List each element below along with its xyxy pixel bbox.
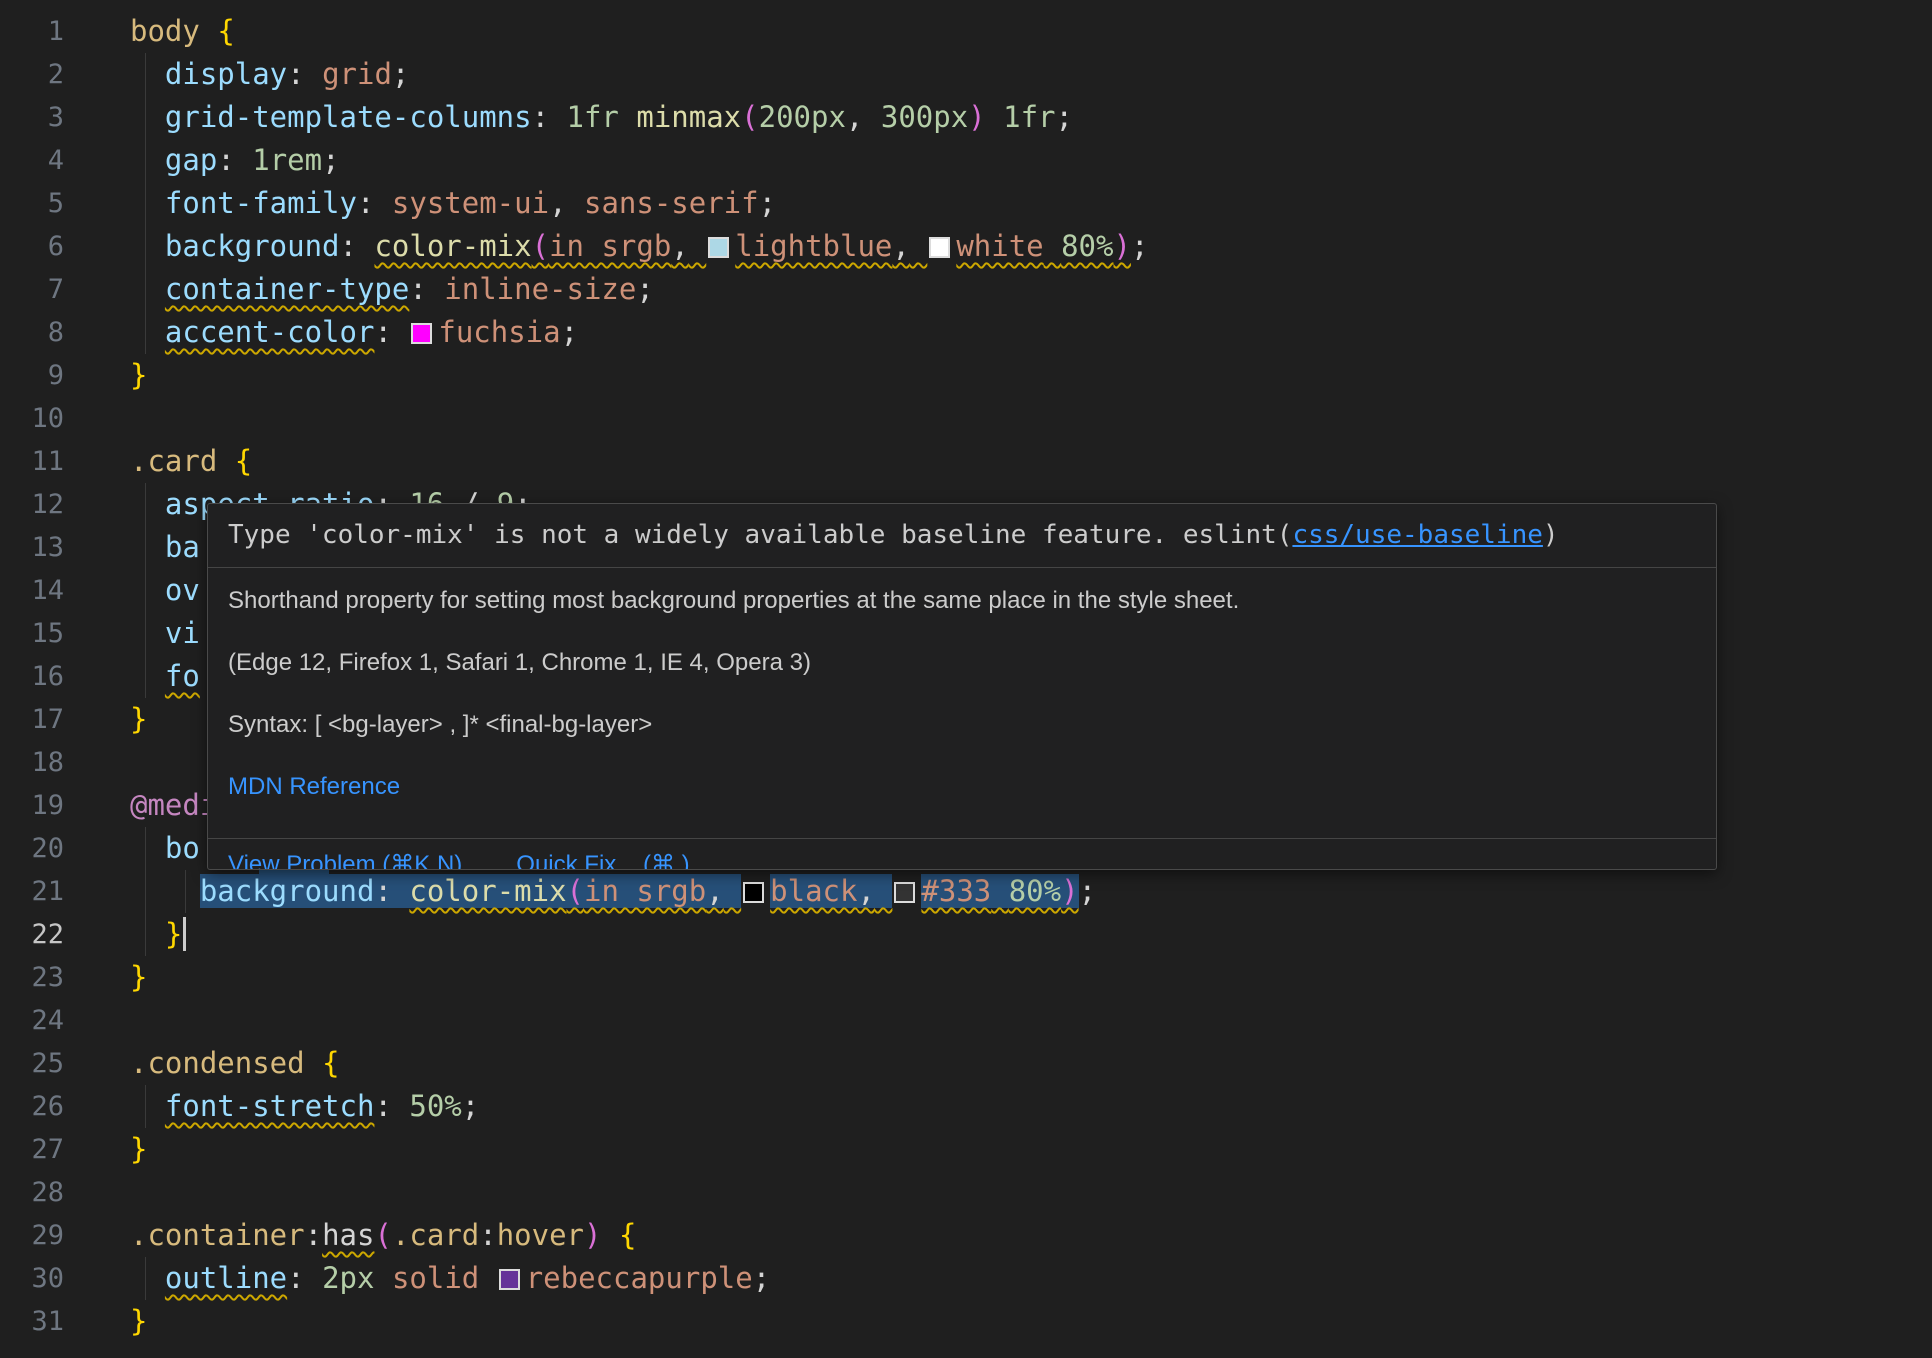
indent-guide bbox=[145, 655, 146, 698]
line-number: 11 bbox=[0, 440, 64, 483]
indent-guide bbox=[145, 913, 146, 956]
code-line: 29.container:has(.card:hover) { bbox=[0, 1214, 1932, 1257]
line-number: 8 bbox=[0, 311, 64, 354]
hover-actions-bar: View Problem (⌘K N) Quick Fix... (⌘.) bbox=[208, 839, 1716, 870]
color-swatch[interactable] bbox=[929, 237, 950, 258]
code-line: 23} bbox=[0, 956, 1932, 999]
code-line: 4 gap: 1rem; bbox=[0, 139, 1932, 182]
line-number: 21 bbox=[0, 870, 64, 913]
view-problem-action[interactable]: View Problem (⌘K N) bbox=[228, 850, 462, 871]
indent-guide bbox=[145, 53, 146, 96]
indent-guide bbox=[145, 870, 146, 913]
code-line: 30 outline: 2px solid rebeccapurple; bbox=[0, 1257, 1932, 1300]
mdn-reference-row: MDN Reference bbox=[228, 772, 1696, 802]
code-line: 24 bbox=[0, 999, 1932, 1042]
line-number: 19 bbox=[0, 784, 64, 827]
code-line: 2 display: grid; bbox=[0, 53, 1932, 96]
line-number: 2 bbox=[0, 53, 64, 96]
indent-guide bbox=[145, 526, 146, 569]
indent-guide bbox=[145, 311, 146, 354]
line-number: 18 bbox=[0, 741, 64, 784]
line-number: 4 bbox=[0, 139, 64, 182]
line-number: 26 bbox=[0, 1085, 64, 1128]
line-number: 9 bbox=[0, 354, 64, 397]
indent-guide bbox=[145, 569, 146, 612]
use-baseline-rule-link[interactable]: css/use-baseline bbox=[1292, 520, 1542, 550]
code-line: 6 background: color-mix(in srgb, lightbl… bbox=[0, 225, 1932, 268]
line-number: 7 bbox=[0, 268, 64, 311]
line-number: 12 bbox=[0, 483, 64, 526]
indent-guide bbox=[145, 139, 146, 182]
code-line: 1body { bbox=[0, 10, 1932, 53]
indent-guide bbox=[185, 870, 186, 913]
code-line: 10 bbox=[0, 397, 1932, 440]
color-swatch[interactable] bbox=[708, 237, 729, 258]
code-line: 7 container-type: inline-size; bbox=[0, 268, 1932, 311]
line-number: 5 bbox=[0, 182, 64, 225]
code-line: 8 accent-color: fuchsia; bbox=[0, 311, 1932, 354]
line-number: 17 bbox=[0, 698, 64, 741]
syntax-line: Syntax: [ <bg-layer> , ]* <final-bg-laye… bbox=[228, 710, 1696, 740]
line-number: 6 bbox=[0, 225, 64, 268]
quick-fix-action[interactable]: Quick Fix... (⌘.) bbox=[516, 850, 689, 871]
diagnostic-text: Type 'color-mix' is not a widely availab… bbox=[228, 520, 1183, 550]
code-editor: 1body {2 display: grid;3 grid-template-c… bbox=[0, 0, 1932, 1358]
diagnostic-source-prefix: eslint( bbox=[1183, 520, 1293, 550]
code-line: 27} bbox=[0, 1128, 1932, 1171]
color-swatch[interactable] bbox=[499, 1269, 520, 1290]
code-line: 5 font-family: system-ui, sans-serif; bbox=[0, 182, 1932, 225]
indent-guide bbox=[145, 268, 146, 311]
line-number: 22 bbox=[0, 913, 64, 956]
code-line: 26 font-stretch: 50%; bbox=[0, 1085, 1932, 1128]
line-number: 15 bbox=[0, 612, 64, 655]
indent-guide bbox=[145, 96, 146, 139]
indent-guide bbox=[145, 1085, 146, 1128]
line-number: 1 bbox=[0, 10, 64, 53]
line-number: 14 bbox=[0, 569, 64, 612]
line-number: 20 bbox=[0, 827, 64, 870]
line-number: 30 bbox=[0, 1257, 64, 1300]
code-line: 28 bbox=[0, 1171, 1932, 1214]
diagnostic-source-suffix: ) bbox=[1543, 520, 1559, 550]
indent-guide bbox=[145, 225, 146, 268]
property-description: Shorthand property for setting most back… bbox=[228, 586, 1696, 616]
hover-documentation: Shorthand property for setting most back… bbox=[208, 568, 1716, 838]
text-cursor bbox=[183, 917, 186, 951]
line-number: 25 bbox=[0, 1042, 64, 1085]
code-line: 22 } bbox=[0, 913, 1932, 956]
line-number: 27 bbox=[0, 1128, 64, 1171]
indent-guide bbox=[145, 827, 146, 870]
code-line: 3 grid-template-columns: 1fr minmax(200p… bbox=[0, 96, 1932, 139]
line-number: 28 bbox=[0, 1171, 64, 1214]
indent-guide bbox=[145, 1257, 146, 1300]
color-swatch[interactable] bbox=[411, 323, 432, 344]
line-number: 31 bbox=[0, 1300, 64, 1343]
color-swatch[interactable] bbox=[894, 882, 915, 903]
line-number: 13 bbox=[0, 526, 64, 569]
code-line: 11.card { bbox=[0, 440, 1932, 483]
indent-guide bbox=[145, 612, 146, 655]
line-number: 3 bbox=[0, 96, 64, 139]
indent-guide bbox=[145, 182, 146, 225]
code-line: 25.condensed { bbox=[0, 1042, 1932, 1085]
line-number: 29 bbox=[0, 1214, 64, 1257]
hover-tooltip: Type 'color-mix' is not a widely availab… bbox=[207, 503, 1717, 870]
browser-support: (Edge 12, Firefox 1, Safari 1, Chrome 1,… bbox=[228, 648, 1696, 678]
color-swatch[interactable] bbox=[743, 882, 764, 903]
indent-guide bbox=[145, 483, 146, 526]
line-number: 16 bbox=[0, 655, 64, 698]
line-number: 10 bbox=[0, 397, 64, 440]
line-number: 23 bbox=[0, 956, 64, 999]
mdn-reference-link[interactable]: MDN Reference bbox=[228, 773, 400, 800]
code-line: 31} bbox=[0, 1300, 1932, 1343]
diagnostic-message: Type 'color-mix' is not a widely availab… bbox=[208, 504, 1716, 567]
code-line: 9} bbox=[0, 354, 1932, 397]
line-number: 24 bbox=[0, 999, 64, 1042]
